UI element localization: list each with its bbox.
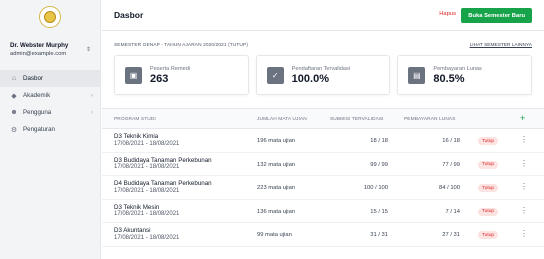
program-dates: 17/08/2021 - 18/08/2021 xyxy=(114,234,180,241)
stat-label: Pembayaran Lunas xyxy=(433,65,482,72)
exam-count: 99 mata ujian xyxy=(257,232,292,238)
home-icon: ⌂ xyxy=(11,75,17,82)
stat-label: Peserta Remedi xyxy=(150,65,191,72)
sidebar-item-label: Pengaturan xyxy=(23,126,55,133)
stat-value: 263 xyxy=(150,72,169,85)
delete-button[interactable]: Hapus xyxy=(439,11,456,17)
graduation-cap-icon: ◆ xyxy=(11,92,17,100)
paid-count: 84 / 100 xyxy=(439,185,460,191)
chevron-right-icon: › xyxy=(91,92,93,99)
sidebar: Dr. Webster Murphy admin@example.com ⇕ ⌂… xyxy=(0,0,101,259)
more-options-icon[interactable]: ⋮ xyxy=(520,135,528,144)
stat-label: Pendaftaran Tervalidasi xyxy=(291,65,351,72)
more-options-icon[interactable]: ⋮ xyxy=(520,159,528,168)
check-circle-icon: ✓ xyxy=(266,66,284,84)
validated-submissions: 99 / 99 xyxy=(370,161,388,168)
users-icon: ☻ xyxy=(10,109,18,116)
program-name: D3 Teknik Kimia xyxy=(114,133,159,140)
sidebar-item-label: Pengguna xyxy=(23,109,52,116)
topbar: Dasbor Hapus Buka Semester Baru xyxy=(102,0,544,31)
money-icon: ▤ xyxy=(408,66,426,84)
sidebar-item-akademik[interactable]: ◆ Akademik › xyxy=(0,87,101,104)
exam-count: 196 mata ujian xyxy=(257,138,296,144)
table-header: PROGRAM STUDI JUMLAH MATA UJIAN SUBMISI … xyxy=(102,108,544,129)
stat-value: 80.5% xyxy=(433,72,465,85)
validated-submissions: 18 / 18 xyxy=(370,138,388,144)
stats-cards: ▣ Peserta Remedi 263 ✓ Pendaftaran Terva… xyxy=(114,55,533,95)
chevron-right-icon: › xyxy=(91,109,93,116)
stat-card-remedi: ▣ Peserta Remedi 263 xyxy=(114,55,249,95)
validated-submissions: 15 / 15 xyxy=(370,208,388,215)
institution-logo xyxy=(39,6,61,28)
status-badge: Tutup xyxy=(478,231,499,239)
paid-count: 77 / 99 xyxy=(442,161,460,168)
exam-count: 132 mata ujian xyxy=(257,161,296,168)
page-title: Dasbor xyxy=(114,10,144,20)
sidebar-item-pengaturan[interactable]: ⚙ Pengaturan xyxy=(0,121,101,138)
paid-count: 16 / 18 xyxy=(442,138,460,144)
validated-submissions: 100 / 100 xyxy=(363,185,388,191)
sidebar-item-label: Dasbor xyxy=(23,75,43,82)
program-dates: 17/08/2021 - 18/08/2021 xyxy=(114,211,180,217)
program-name: D4 Budidaya Tanaman Perkebunan xyxy=(114,180,212,187)
program-name: D3 Akuntansi xyxy=(114,227,151,234)
sidebar-item-dasbor[interactable]: ⌂ Dasbor xyxy=(0,70,101,87)
main-content: Dasbor Hapus Buka Semester Baru SEMESTER… xyxy=(102,0,544,259)
more-options-icon[interactable]: ⋮ xyxy=(520,182,528,191)
stat-value: 100.0% xyxy=(291,72,329,85)
open-new-semester-button[interactable]: Buka Semester Baru xyxy=(461,8,532,23)
table-row[interactable]: D3 Budidaya Tanaman Perkebunan 17/08/202… xyxy=(102,153,544,176)
more-options-icon[interactable]: ⋮ xyxy=(520,229,528,238)
column-header-program: PROGRAM STUDI xyxy=(114,117,156,122)
program-name: D3 Budidaya Tanaman Perkebunan xyxy=(114,156,212,164)
column-header-pembayaran: PEMBAYARAN LUNAS xyxy=(404,117,456,122)
paid-count: 27 / 31 xyxy=(442,232,460,238)
table-row[interactable]: D3 Akuntansi 17/08/2021 - 18/08/2021 99 … xyxy=(102,223,544,247)
table-row[interactable]: D3 Teknik Kimia 17/08/2021 - 18/08/2021 … xyxy=(102,129,544,153)
program-name: D3 Teknik Mesin xyxy=(114,203,160,211)
program-dates: 17/08/2021 - 18/08/2021 xyxy=(114,164,180,170)
paid-count: 7 / 14 xyxy=(445,208,460,215)
logo-area xyxy=(0,0,100,34)
sidebar-item-label: Akademik xyxy=(23,92,51,99)
program-table: PROGRAM STUDI JUMLAH MATA UJIAN SUBMISI … xyxy=(102,108,544,247)
status-badge: Tutup xyxy=(478,160,499,169)
semester-label: SEMESTER GENAP - TAHUN AJARAN 2020/2021 … xyxy=(114,43,248,48)
stat-card-paid: ▤ Pembayaran Lunas 80.5% xyxy=(397,55,533,95)
sidebar-nav: ⌂ Dasbor ◆ Akademik › ☻ Pengguna › ⚙ Pen… xyxy=(0,70,101,138)
status-badge: Tutup xyxy=(478,184,499,192)
validated-submissions: 31 / 31 xyxy=(370,232,388,238)
status-badge: Tutup xyxy=(478,207,499,216)
user-badge-icon: ▣ xyxy=(125,66,142,84)
exam-count: 223 mata ujian xyxy=(257,185,296,191)
user-switcher[interactable]: Dr. Webster Murphy admin@example.com ⇕ xyxy=(0,42,101,62)
column-header-jumlah: JUMLAH MATA UJIAN xyxy=(257,117,307,122)
stat-card-validated: ✓ Pendaftaran Tervalidasi 100.0% xyxy=(255,55,391,95)
sidebar-item-pengguna[interactable]: ☻ Pengguna › xyxy=(0,104,101,121)
add-program-button[interactable]: + xyxy=(520,113,525,123)
more-options-icon[interactable]: ⋮ xyxy=(520,206,528,215)
table-row[interactable]: D4 Budidaya Tanaman Perkebunan 17/08/202… xyxy=(102,176,544,200)
table-row[interactable]: D3 Teknik Mesin 17/08/2021 - 18/08/2021 … xyxy=(102,200,544,223)
program-dates: 17/08/2021 - 18/08/2021 xyxy=(114,187,180,194)
column-header-submisi: SUBMISI TERVALIDASI xyxy=(330,117,384,122)
other-semesters-link[interactable]: LIHAT SEMESTER LAINNYA xyxy=(470,43,532,48)
gear-icon: ⚙ xyxy=(10,126,18,134)
status-badge: Tutup xyxy=(478,137,499,145)
exam-count: 136 mata ujian xyxy=(257,208,296,215)
chevron-updown-icon: ⇕ xyxy=(85,47,91,53)
program-dates: 17/08/2021 - 18/08/2021 xyxy=(114,140,180,147)
